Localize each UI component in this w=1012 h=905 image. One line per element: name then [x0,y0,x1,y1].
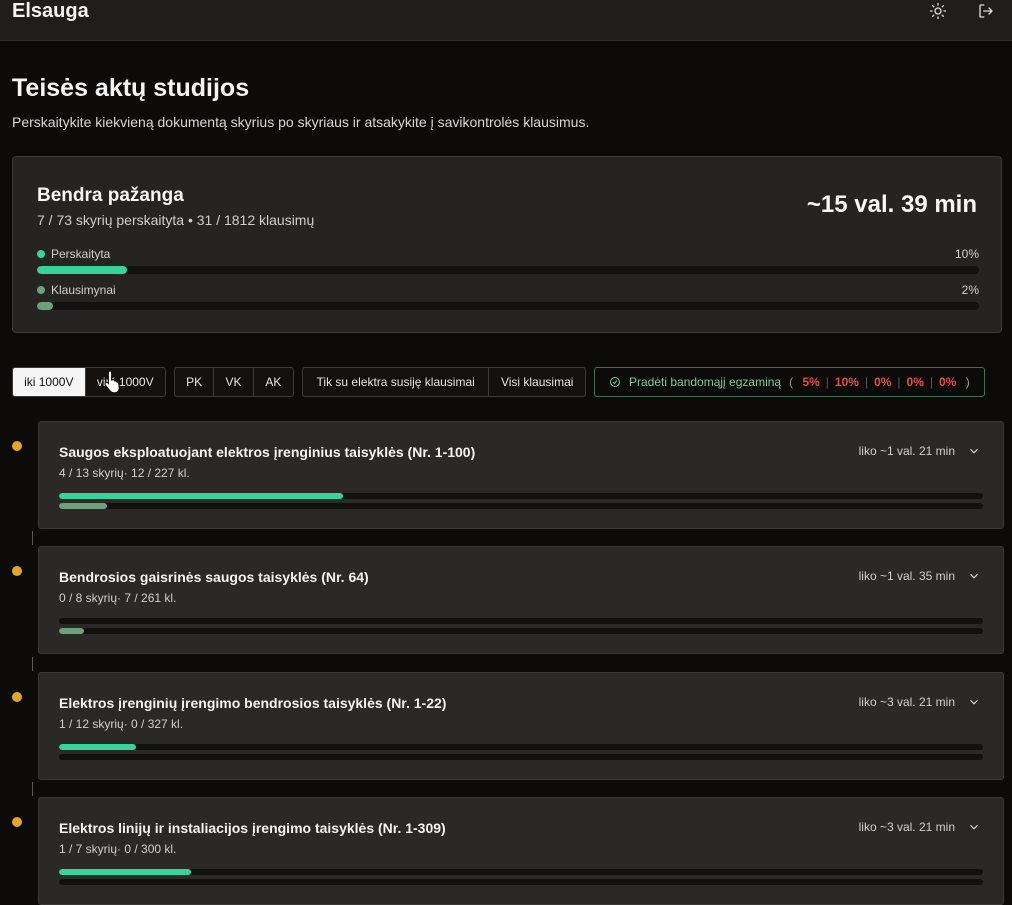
document-time-left: liko ~1 val. 21 min [858,444,955,458]
read-legend-dot [37,250,45,258]
chevron-down-icon[interactable] [967,695,981,709]
timeline-dot [12,441,22,451]
document-questions-bar [59,754,983,760]
logout-icon[interactable] [975,0,997,22]
timeline-dot [12,692,22,702]
document-stats: 0 / 8 skyrių· 7 / 261 kl. [59,591,177,605]
start-exam-button[interactable]: Pradėti bandomąjį egzaminą ( 5% | 10% | 0% | 0… [594,367,985,397]
question-scope-filter: Tik su elektra susiję klausimai Visi kla… [302,367,586,397]
document-read-fill [59,493,343,499]
voltage-option-under-1000v[interactable]: iki 1000V [13,368,86,396]
document-read-bar [59,869,983,875]
exam-scores-open: ( [789,375,794,389]
overall-progress-card: Bendra pažanga 7 / 73 skyrių perskaityta… [12,156,1002,333]
read-progress-fill [37,266,128,274]
questions-progress-fill [37,302,53,310]
read-progress-bar [37,266,979,274]
read-progress-percent: 10% [954,247,979,261]
top-bar: Elsauga [0,0,1012,41]
questions-progress-bar [37,302,979,310]
questions-legend-dot [37,286,45,294]
document-questions-bar [59,879,983,885]
scope-option-all[interactable]: Visi klausimai [489,368,585,396]
app-title[interactable]: Elsauga [12,0,89,23]
overall-progress-stats: 7 / 73 skyrių perskaityta • 31 / 1812 kl… [37,212,315,228]
page-title: Teisės aktų studijos [12,74,250,102]
timeline-connector [32,657,33,671]
questions-progress-row: Klausimynai 2% [37,283,979,310]
exam-scores: ( 5% | 10% | 0% | 0% | 0% ) [789,375,970,389]
document-title: Bendrosios gaisrinės saugos taisyklės (N… [59,569,369,585]
category-option-vk[interactable]: VK [214,368,254,396]
document-time-left: liko ~3 val. 21 min [858,695,955,709]
start-exam-label: Pradėti bandomąjį egzaminą [629,375,782,389]
chevron-down-icon[interactable] [967,569,981,583]
document-stats: 4 / 13 skyrių· 12 / 227 kl. [59,466,190,480]
exam-score: 0% [939,375,957,389]
document-title: Elektros linijų ir instaliacijos įrengim… [59,820,446,836]
document-read-bar [59,618,983,624]
page-subtitle: Perskaitykite kiekvieną dokumentą skyriu… [12,114,590,130]
read-progress-label: Perskaityta [51,247,111,261]
timeline-connector [32,531,33,545]
document-card[interactable]: Bendrosios gaisrinės saugos taisyklės (N… [38,546,1004,654]
category-filter: PK VK AK [174,367,294,397]
document-questions-bar [59,628,983,634]
document-stats: 1 / 7 skyrių· 0 / 300 kl. [59,842,177,856]
scope-option-electric-only[interactable]: Tik su elektra susiję klausimai [303,368,490,396]
questions-progress-label: Klausimynai [51,283,116,297]
document-card[interactable]: Saugos eksploatuojant elektros įrenginiu… [38,421,1004,529]
exam-score: 0% [906,375,924,389]
overall-progress-title: Bendra pažanga [37,185,184,206]
sun-icon[interactable] [927,0,949,22]
chevron-down-icon[interactable] [967,820,981,834]
exam-scores-close: ) [965,375,970,389]
check-circle-icon [610,377,620,387]
exam-score: 5% [802,375,820,389]
chevron-down-icon[interactable] [967,444,981,458]
questions-progress-percent: 2% [961,283,979,297]
document-time-left: liko ~1 val. 35 min [858,569,955,583]
document-time-left: liko ~3 val. 21 min [858,820,955,834]
overall-time-left: ~15 val. 39 min [806,191,977,218]
exam-score: 10% [834,375,859,389]
timeline-dot [12,817,22,827]
read-progress-row: Perskaityta 10% [37,247,979,274]
document-questions-fill [59,503,108,509]
document-title: Elektros įrenginių įrengimo bendrosios t… [59,695,447,711]
document-read-bar [59,744,983,750]
document-card[interactable]: Elektros įrenginių įrengimo bendrosios t… [38,672,1004,780]
hand-pointer-icon [104,370,120,394]
document-questions-bar [59,503,983,509]
document-card[interactable]: Elektros linijų ir instaliacijos įrengim… [38,797,1004,905]
document-title: Saugos eksploatuojant elektros įrenginiu… [59,444,476,460]
category-option-pk[interactable]: PK [175,368,215,396]
document-read-fill [59,744,136,750]
document-stats: 1 / 12 skyrių· 0 / 327 kl. [59,717,184,731]
timeline-dot [12,566,22,576]
timeline-connector [32,782,33,796]
voltage-option-over-1000v[interactable]: virš 1000V [86,368,165,396]
document-questions-fill [59,628,84,634]
voltage-filter: iki 1000V virš 1000V [12,367,166,397]
document-read-bar [59,493,983,499]
document-read-fill [59,869,192,875]
exam-score: 0% [874,375,892,389]
category-option-ak[interactable]: AK [254,368,293,396]
